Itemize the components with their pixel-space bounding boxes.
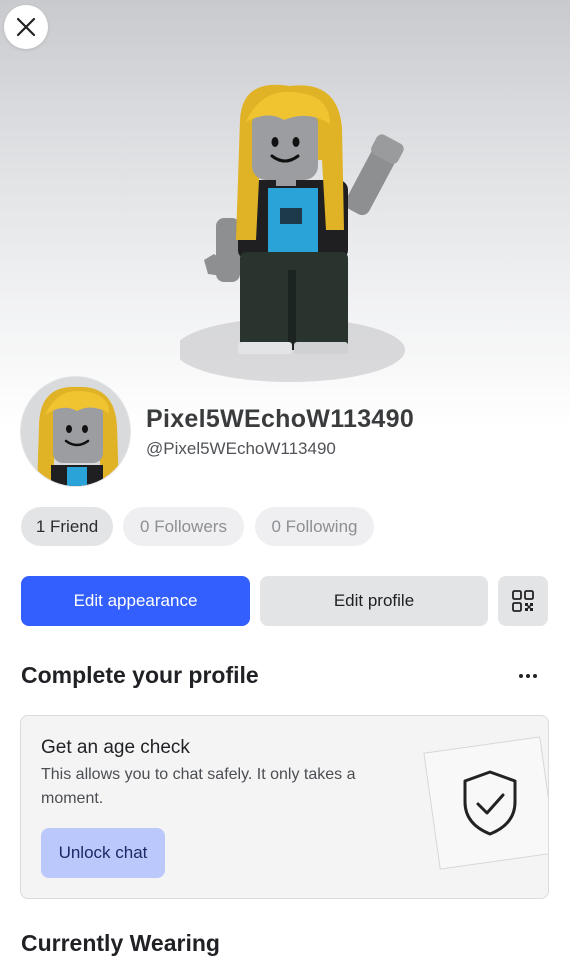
currently-wearing-heading: Currently Wearing bbox=[21, 930, 220, 956]
following-button[interactable]: 0 Following bbox=[255, 507, 374, 546]
more-icon bbox=[519, 674, 537, 678]
avatar-3d-render[interactable] bbox=[180, 80, 420, 390]
close-icon bbox=[16, 17, 36, 37]
friends-button[interactable]: 1 Friend bbox=[21, 507, 113, 546]
close-button[interactable] bbox=[4, 5, 48, 49]
followers-button[interactable]: 0 Followers bbox=[123, 507, 244, 546]
username: @Pixel5WEchoW113490 bbox=[146, 439, 336, 458]
unlock-chat-button[interactable]: Unlock chat bbox=[41, 828, 165, 878]
more-options-button[interactable] bbox=[510, 664, 546, 688]
shield-illustration bbox=[423, 736, 548, 870]
display-name: Pixel5WEchoW113490 bbox=[146, 405, 415, 433]
qr-code-button[interactable] bbox=[498, 576, 548, 626]
edit-appearance-button[interactable]: Edit appearance bbox=[21, 576, 250, 626]
avatar-hero bbox=[0, 0, 570, 430]
age-check-card: Get an age check This allows you to chat… bbox=[20, 715, 549, 899]
shield-check-icon bbox=[463, 770, 517, 836]
qr-code-icon bbox=[512, 590, 534, 612]
age-check-description: This allows you to chat safely. It only … bbox=[41, 766, 356, 807]
complete-profile-heading: Complete your profile bbox=[21, 662, 259, 688]
avatar-headshot bbox=[21, 377, 130, 486]
age-check-title: Get an age check bbox=[41, 737, 190, 758]
avatar[interactable] bbox=[20, 376, 131, 487]
edit-profile-button[interactable]: Edit profile bbox=[260, 576, 488, 626]
